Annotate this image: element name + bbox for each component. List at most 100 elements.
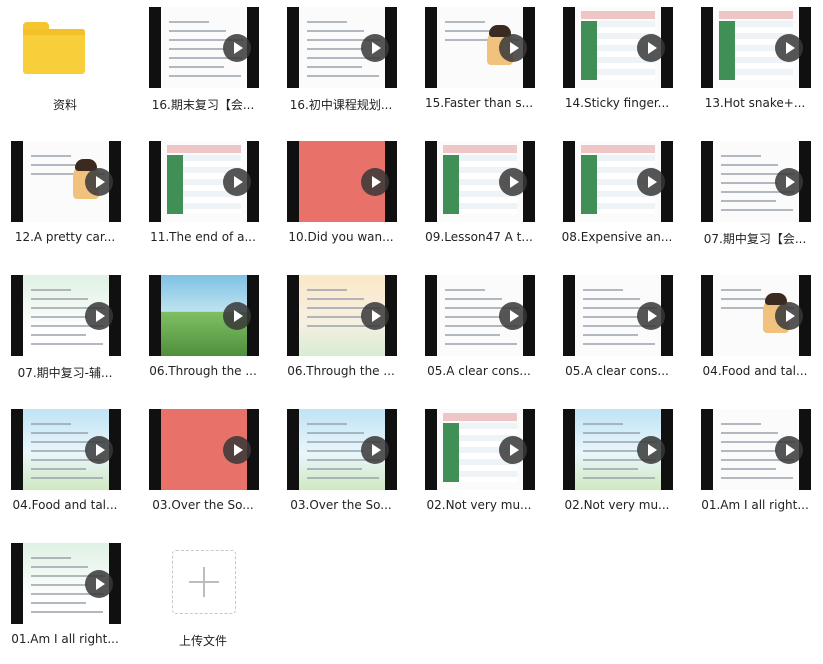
video-file-item[interactable]: 03.Over the So... (138, 402, 268, 530)
text-line (583, 432, 640, 434)
video-file-item[interactable]: 14.Sticky finger... (552, 0, 682, 128)
text-line (583, 477, 655, 479)
text-line (307, 450, 363, 452)
video-file-item[interactable]: 05.A clear cons... (552, 268, 682, 396)
play-icon[interactable] (499, 301, 527, 330)
video-thumbnail (149, 409, 259, 490)
file-name-label: 07.期中复习-辅... (17, 366, 113, 380)
text-line (31, 566, 88, 568)
video-file-item[interactable]: 05.A clear cons... (414, 268, 544, 396)
video-file-item[interactable]: 06.Through the ... (138, 268, 268, 396)
file-name-label: 02.Not very mu... (564, 498, 670, 512)
play-icon[interactable] (361, 301, 389, 330)
play-icon[interactable] (85, 167, 113, 196)
play-icon[interactable] (775, 33, 803, 62)
text-line (583, 316, 639, 318)
text-line (307, 316, 363, 318)
text-line (721, 209, 793, 211)
video-file-item[interactable]: 06.Through the ... (276, 268, 406, 396)
text-line (721, 164, 778, 166)
text-line (307, 423, 347, 425)
video-thumbnail (425, 275, 535, 356)
file-name-label: 11.The end of a... (150, 230, 256, 244)
video-file-item[interactable]: 02.Not very mu... (552, 402, 682, 530)
video-file-item[interactable]: 13.Hot snake+... (690, 0, 820, 128)
video-file-item[interactable]: 02.Not very mu... (414, 402, 544, 530)
text-line (31, 450, 87, 452)
play-icon[interactable] (775, 435, 803, 464)
video-file-item[interactable]: 08.Expensive an... (552, 134, 682, 262)
folder-icon (23, 22, 85, 74)
video-file-item[interactable]: 12.A pretty car... (0, 134, 130, 262)
file-name-label: 02.Not very mu... (426, 498, 532, 512)
text-line (307, 75, 379, 77)
play-icon[interactable] (85, 569, 113, 598)
play-icon[interactable] (361, 33, 389, 62)
video-thumbnail (425, 409, 535, 490)
file-name-label: 16.初中课程规划... (289, 98, 393, 112)
upload-box (172, 550, 236, 614)
play-icon[interactable] (223, 167, 251, 196)
file-name-label: 12.A pretty car... (14, 230, 116, 244)
text-line (31, 557, 71, 559)
video-file-item[interactable]: 07.期中复习-辅... (0, 268, 130, 396)
text-line (583, 468, 638, 470)
video-file-item[interactable]: 03.Over the So... (276, 402, 406, 530)
video-file-item[interactable]: 15.Faster than s... (414, 0, 544, 128)
play-icon[interactable] (499, 435, 527, 464)
video-thumbnail (701, 409, 811, 490)
play-icon[interactable] (637, 301, 665, 330)
video-file-item[interactable]: 01.Am I all right... (690, 402, 820, 530)
play-icon[interactable] (223, 301, 251, 330)
video-thumbnail (149, 7, 259, 88)
video-thumbnail (425, 141, 535, 222)
play-icon[interactable] (775, 301, 803, 330)
text-line (445, 298, 502, 300)
video-thumbnail (701, 275, 811, 356)
play-icon[interactable] (223, 33, 251, 62)
text-line (307, 432, 364, 434)
folder-item[interactable]: 资料 (0, 0, 130, 128)
upload-file-button[interactable]: 上传文件 (138, 536, 268, 664)
text-line (31, 602, 86, 604)
video-file-item[interactable]: 04.Food and tal... (690, 268, 820, 396)
file-name-label: 05.A clear cons... (427, 364, 531, 378)
play-icon[interactable] (361, 435, 389, 464)
video-file-item[interactable]: 10.Did you wan... (276, 134, 406, 262)
file-name-label: 04.Food and tal... (12, 498, 118, 512)
text-line (31, 468, 86, 470)
text-line (31, 432, 88, 434)
text-line (31, 611, 103, 613)
play-icon[interactable] (637, 33, 665, 62)
text-line (583, 334, 638, 336)
video-file-item[interactable]: 07.期中复习【会... (690, 134, 820, 262)
video-thumbnail (149, 275, 259, 356)
play-icon[interactable] (499, 33, 527, 62)
text-line (307, 21, 347, 23)
text-line (31, 343, 103, 345)
text-line (307, 30, 364, 32)
play-icon[interactable] (85, 301, 113, 330)
play-icon[interactable] (361, 167, 389, 196)
play-icon[interactable] (637, 435, 665, 464)
video-file-item[interactable]: 16.期末复习【会... (138, 0, 268, 128)
file-name-label: 03.Over the So... (152, 498, 254, 512)
video-file-item[interactable]: 01.Am I all right... (0, 536, 130, 664)
video-file-item[interactable]: 04.Food and tal... (0, 402, 130, 530)
video-thumbnail (701, 141, 811, 222)
video-thumbnail (563, 7, 673, 88)
video-file-item[interactable]: 16.初中课程规划... (276, 0, 406, 128)
video-file-item[interactable]: 11.The end of a... (138, 134, 268, 262)
video-thumbnail (287, 7, 397, 88)
play-icon[interactable] (775, 167, 803, 196)
play-icon[interactable] (85, 435, 113, 464)
text-line (307, 48, 363, 50)
file-grid: 资料 16.期末复习【会... 16.初中课程规划... 15.Faster than… (0, 0, 823, 656)
play-icon[interactable] (223, 435, 251, 464)
text-line (169, 30, 226, 32)
play-icon[interactable] (637, 167, 665, 196)
text-line (721, 468, 776, 470)
play-icon[interactable] (499, 167, 527, 196)
file-name-label: 06.Through the ... (149, 364, 257, 378)
video-file-item[interactable]: 09.Lesson47 A t... (414, 134, 544, 262)
